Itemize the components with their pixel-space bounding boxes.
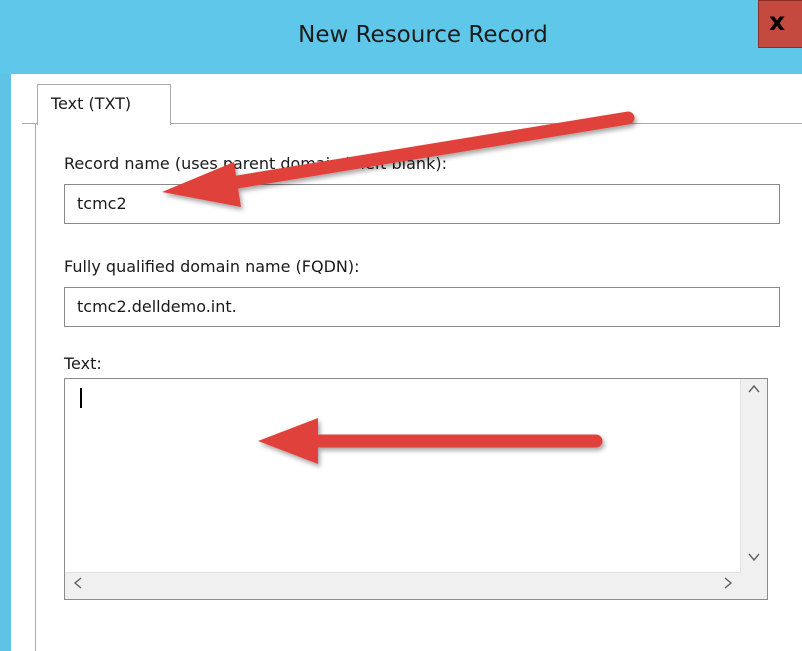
record-name-input[interactable]: tcmc2 [64, 184, 780, 224]
record-name-label: Record name (uses parent domain if left … [64, 154, 447, 173]
chevron-left-icon[interactable] [67, 575, 89, 597]
vertical-scrollbar[interactable] [740, 379, 767, 573]
horizontal-scrollbar[interactable] [65, 572, 741, 599]
text-caret [80, 388, 82, 408]
tab-label: Text (TXT) [51, 94, 132, 113]
scrollbar-corner [741, 573, 767, 599]
fqdn-label: Fully qualified domain name (FQDN): [64, 257, 360, 276]
chevron-up-icon[interactable] [743, 381, 765, 403]
fqdn-field: tcmc2.delldemo.int. [64, 287, 780, 327]
text-input[interactable] [64, 378, 768, 600]
close-button[interactable]: x [758, 0, 802, 48]
title-bar: New Resource Record x [0, 0, 802, 74]
chevron-right-icon[interactable] [717, 575, 739, 597]
text-label: Text: [64, 354, 102, 373]
fqdn-value: tcmc2.delldemo.int. [77, 297, 237, 316]
close-icon: x [769, 7, 786, 36]
tab-text-txt[interactable]: Text (TXT) [37, 84, 171, 125]
record-name-value: tcmc2 [77, 194, 127, 213]
window-frame-left [0, 0, 11, 651]
window-title: New Resource Record [298, 22, 548, 48]
tab-page-border [35, 123, 36, 651]
chevron-down-icon[interactable] [743, 549, 765, 571]
